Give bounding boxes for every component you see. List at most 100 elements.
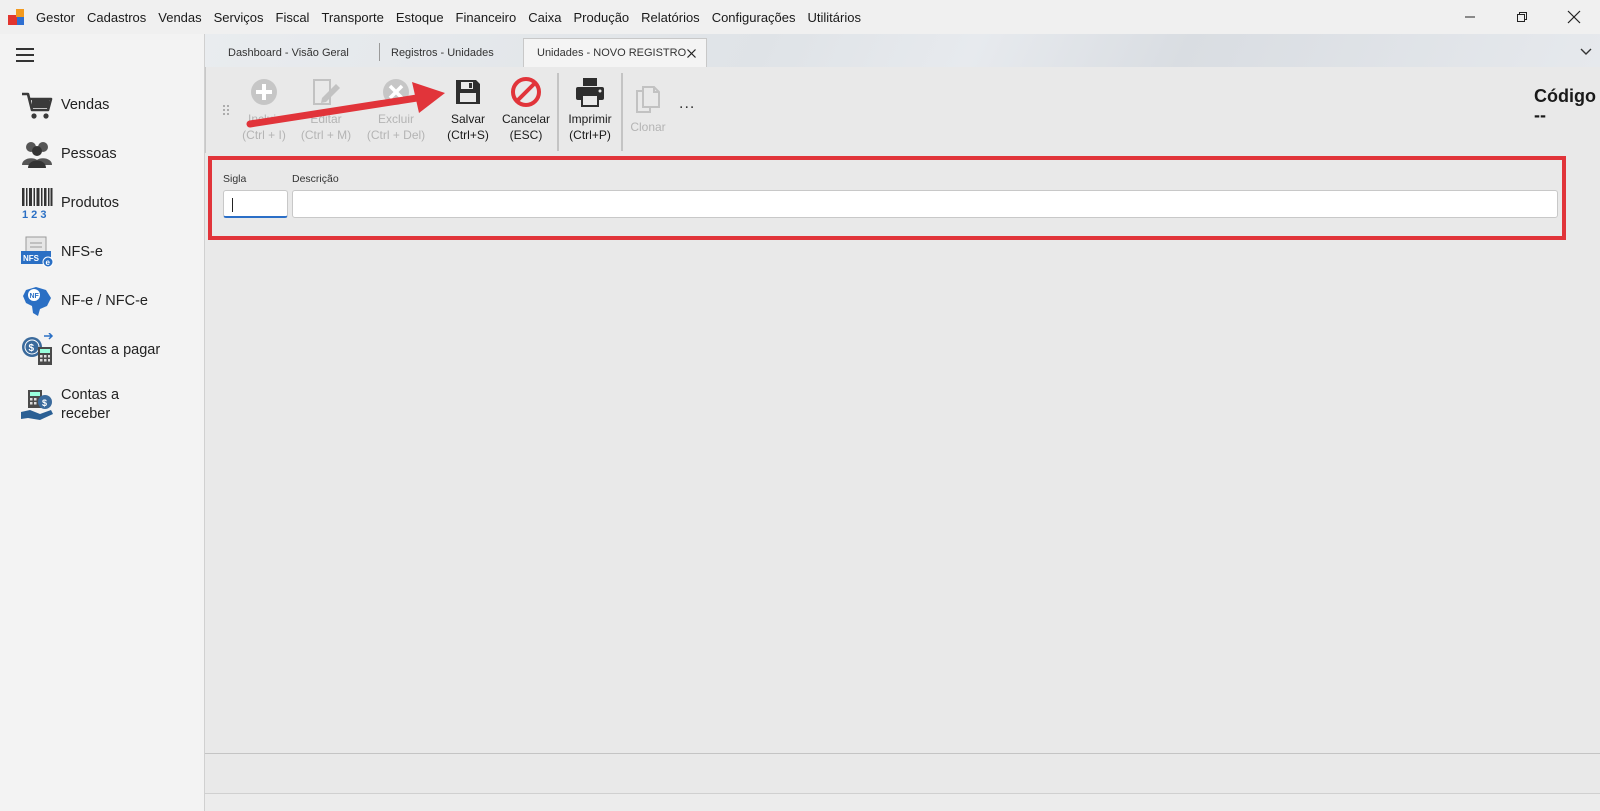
plus-circle-icon	[238, 73, 290, 111]
main-menu: Gestor Cadastros Vendas Serviços Fiscal …	[30, 10, 867, 25]
toolbar-separator	[557, 73, 559, 151]
excluir-button[interactable]: Excluir (Ctrl + Del)	[363, 73, 429, 143]
cancelar-button[interactable]: Cancelar (ESC)	[500, 73, 552, 143]
menu-utilitarios[interactable]: Utilitários	[802, 10, 867, 25]
tab-registros-unidades[interactable]: Registros - Unidades	[373, 38, 523, 67]
excluir-shortcut: (Ctrl + Del)	[366, 128, 426, 142]
main-area: Dashboard - Visão Geral Registros - Unid…	[205, 34, 1600, 811]
hamburger-menu-icon[interactable]	[16, 48, 34, 62]
descricao-label: Descrição	[292, 173, 339, 185]
clonar-button[interactable]: Clonar	[626, 81, 670, 135]
toolbar: Incluir (Ctrl + I) Editar (Ctrl + M) Exc…	[205, 67, 1600, 153]
sidebar-item-label: Contas a receber	[61, 387, 120, 422]
incluir-label: Incluir	[247, 112, 280, 126]
sidebar-item-contas-receber[interactable]: $ Contas a receber	[20, 386, 200, 424]
sidebar-item-produtos[interactable]: 1 2 3 Produtos	[20, 186, 200, 220]
minimize-button[interactable]	[1444, 0, 1496, 34]
menu-relatorios[interactable]: Relatórios	[635, 10, 706, 25]
tab-close-icon[interactable]	[684, 46, 698, 60]
descricao-input[interactable]	[292, 190, 1558, 218]
imprimir-shortcut: (Ctrl+P)	[569, 128, 611, 142]
menu-gestor[interactable]: Gestor	[30, 10, 81, 25]
incluir-shortcut: (Ctrl + I)	[242, 128, 286, 142]
salvar-shortcut: (Ctrl+S)	[447, 128, 489, 142]
sidebar-item-label: Contas a pagar	[61, 341, 161, 358]
menu-fiscal[interactable]: Fiscal	[270, 10, 316, 25]
tab-label: Unidades - NOVO REGISTRO	[537, 47, 687, 59]
tab-dashboard[interactable]: Dashboard - Visão Geral	[210, 38, 380, 67]
sidebar-item-contas-pagar[interactable]: $ Contas a pagar	[20, 333, 200, 367]
editar-button[interactable]: Editar (Ctrl + M)	[297, 73, 355, 143]
sidebar-item-nfe-nfce[interactable]: NF NF-e / NFC-e	[20, 284, 200, 318]
toolbar-separator	[621, 73, 623, 151]
cart-icon	[20, 88, 54, 122]
tab-label: Dashboard - Visão Geral	[228, 46, 349, 59]
menu-financeiro[interactable]: Financeiro	[450, 10, 523, 25]
menu-vendas[interactable]: Vendas	[152, 10, 207, 25]
tab-label: Registros - Unidades	[391, 46, 494, 59]
bills-receive-icon: $	[20, 388, 54, 422]
close-icon	[1567, 10, 1581, 24]
barcode-icon: 1 2 3	[20, 186, 54, 220]
sidebar-item-vendas[interactable]: Vendas	[20, 88, 200, 122]
sidebar-item-label: NFS-e	[61, 243, 103, 260]
svg-text:NFS: NFS	[23, 254, 40, 263]
svg-text:e: e	[46, 258, 51, 267]
salvar-button[interactable]: Salvar (Ctrl+S)	[443, 73, 493, 143]
sidebar-item-label: Produtos	[61, 194, 120, 211]
cancel-prohibited-icon	[500, 73, 552, 111]
menu-caixa[interactable]: Caixa	[522, 10, 567, 25]
record-code: Código --	[1534, 87, 1596, 125]
minimize-icon	[1465, 16, 1475, 18]
annotation-highlight-box: Sigla Descrição	[208, 156, 1566, 240]
floppy-save-icon	[443, 73, 493, 111]
menu-estoque[interactable]: Estoque	[390, 10, 450, 25]
sidebar-item-label: Vendas	[61, 96, 110, 113]
nfe-map-icon: NF	[20, 284, 54, 318]
printer-icon	[564, 73, 616, 111]
bills-pay-icon: $	[20, 333, 54, 367]
delete-x-circle-icon	[363, 73, 429, 111]
menu-configuracoes[interactable]: Configurações	[706, 10, 802, 25]
text-caret	[232, 198, 233, 212]
app-logo-icon	[8, 9, 24, 25]
sidebar-item-pessoas[interactable]: Pessoas	[20, 137, 200, 171]
status-bar	[205, 753, 1600, 811]
edit-icon	[297, 73, 355, 111]
menu-servicos[interactable]: Serviços	[208, 10, 270, 25]
window-controls	[1444, 0, 1600, 34]
editar-shortcut: (Ctrl + M)	[300, 128, 352, 142]
sigla-label: Sigla	[223, 173, 247, 185]
tab-unidades-novo-registro[interactable]: Unidades - NOVO REGISTRO	[523, 38, 707, 67]
incluir-button[interactable]: Incluir (Ctrl + I)	[238, 73, 290, 143]
salvar-label: Salvar	[450, 112, 485, 126]
svg-text:$: $	[29, 343, 35, 354]
drag-grip-icon[interactable]	[222, 103, 230, 115]
svg-text:$: $	[42, 398, 47, 408]
codigo-label: Código	[1534, 86, 1596, 106]
restore-icon	[1517, 12, 1527, 22]
imprimir-button[interactable]: Imprimir (Ctrl+P)	[564, 73, 616, 143]
status-line	[205, 793, 1600, 811]
restore-button[interactable]	[1496, 0, 1548, 34]
menu-transporte[interactable]: Transporte	[315, 10, 389, 25]
title-bar: Gestor Cadastros Vendas Serviços Fiscal …	[0, 0, 1600, 34]
sidebar-item-nfse[interactable]: NFS e NFS-e	[20, 235, 200, 269]
nfse-icon: NFS e	[20, 235, 54, 269]
svg-text:NF: NF	[30, 293, 40, 300]
copy-clone-icon	[626, 81, 670, 119]
excluir-label: Excluir	[377, 112, 414, 126]
editar-label: Editar	[310, 112, 342, 126]
clonar-label: Clonar	[630, 120, 666, 134]
sidebar: Vendas Pessoas 1 2 3 Produtos NFS e NFS-e…	[0, 34, 205, 811]
menu-cadastros[interactable]: Cadastros	[81, 10, 152, 25]
cancelar-label: Cancelar	[501, 112, 551, 126]
codigo-value: --	[1534, 105, 1547, 125]
sigla-input[interactable]	[223, 190, 288, 218]
sidebar-item-label: NF-e / NFC-e	[61, 292, 148, 309]
people-icon	[20, 137, 54, 171]
tab-overflow-chevron-down-icon[interactable]	[1578, 43, 1594, 59]
menu-producao[interactable]: Produção	[568, 10, 636, 25]
more-options-button[interactable]: ...	[679, 95, 695, 113]
close-window-button[interactable]	[1548, 0, 1600, 34]
